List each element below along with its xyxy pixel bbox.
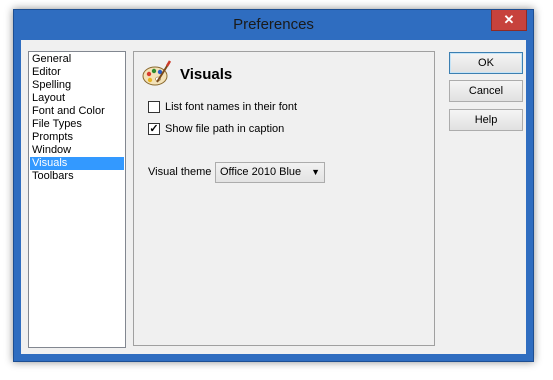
help-button[interactable]: Help: [449, 109, 523, 131]
visual-theme-value: Office 2010 Blue: [220, 166, 302, 178]
checkmark-icon: ✓: [149, 123, 159, 135]
category-item-window[interactable]: Window: [30, 144, 124, 157]
close-icon: ✕: [503, 12, 515, 27]
category-item-toolbars[interactable]: Toolbars: [30, 170, 124, 183]
close-button[interactable]: ✕: [491, 10, 527, 31]
preferences-window: Preferences ✕ General Editor Spelling La…: [13, 9, 534, 362]
category-item-layout[interactable]: Layout: [30, 92, 124, 105]
list-font-names-label[interactable]: List font names in their font: [165, 101, 297, 113]
category-item-visuals[interactable]: Visuals: [30, 157, 124, 170]
visual-theme-select[interactable]: Office 2010 Blue ▼: [215, 162, 325, 183]
category-item-editor[interactable]: Editor: [30, 66, 124, 79]
visual-theme-label: Visual theme: [148, 166, 212, 178]
show-file-path-label[interactable]: Show file path in caption: [165, 123, 284, 135]
category-list[interactable]: General Editor Spelling Layout Font and …: [28, 51, 126, 348]
title-bar[interactable]: Preferences ✕: [14, 10, 533, 40]
show-file-path-checkbox[interactable]: ✓: [148, 123, 160, 135]
chevron-down-icon: ▼: [311, 167, 320, 177]
category-item-file-types[interactable]: File Types: [30, 118, 124, 131]
category-item-prompts[interactable]: Prompts: [30, 131, 124, 144]
dialog-client: General Editor Spelling Layout Font and …: [21, 40, 526, 354]
visuals-panel: Visuals List font names in their font ✓ …: [133, 51, 435, 346]
category-item-spelling[interactable]: Spelling: [30, 79, 124, 92]
window-title: Preferences: [233, 16, 314, 33]
list-font-names-checkbox[interactable]: [148, 101, 160, 113]
ok-button[interactable]: OK: [449, 52, 523, 74]
palette-icon: [142, 60, 171, 86]
category-item-general[interactable]: General: [30, 53, 124, 66]
cancel-button[interactable]: Cancel: [449, 80, 523, 102]
category-item-font-and-color[interactable]: Font and Color: [30, 105, 124, 118]
panel-title: Visuals: [180, 66, 233, 83]
